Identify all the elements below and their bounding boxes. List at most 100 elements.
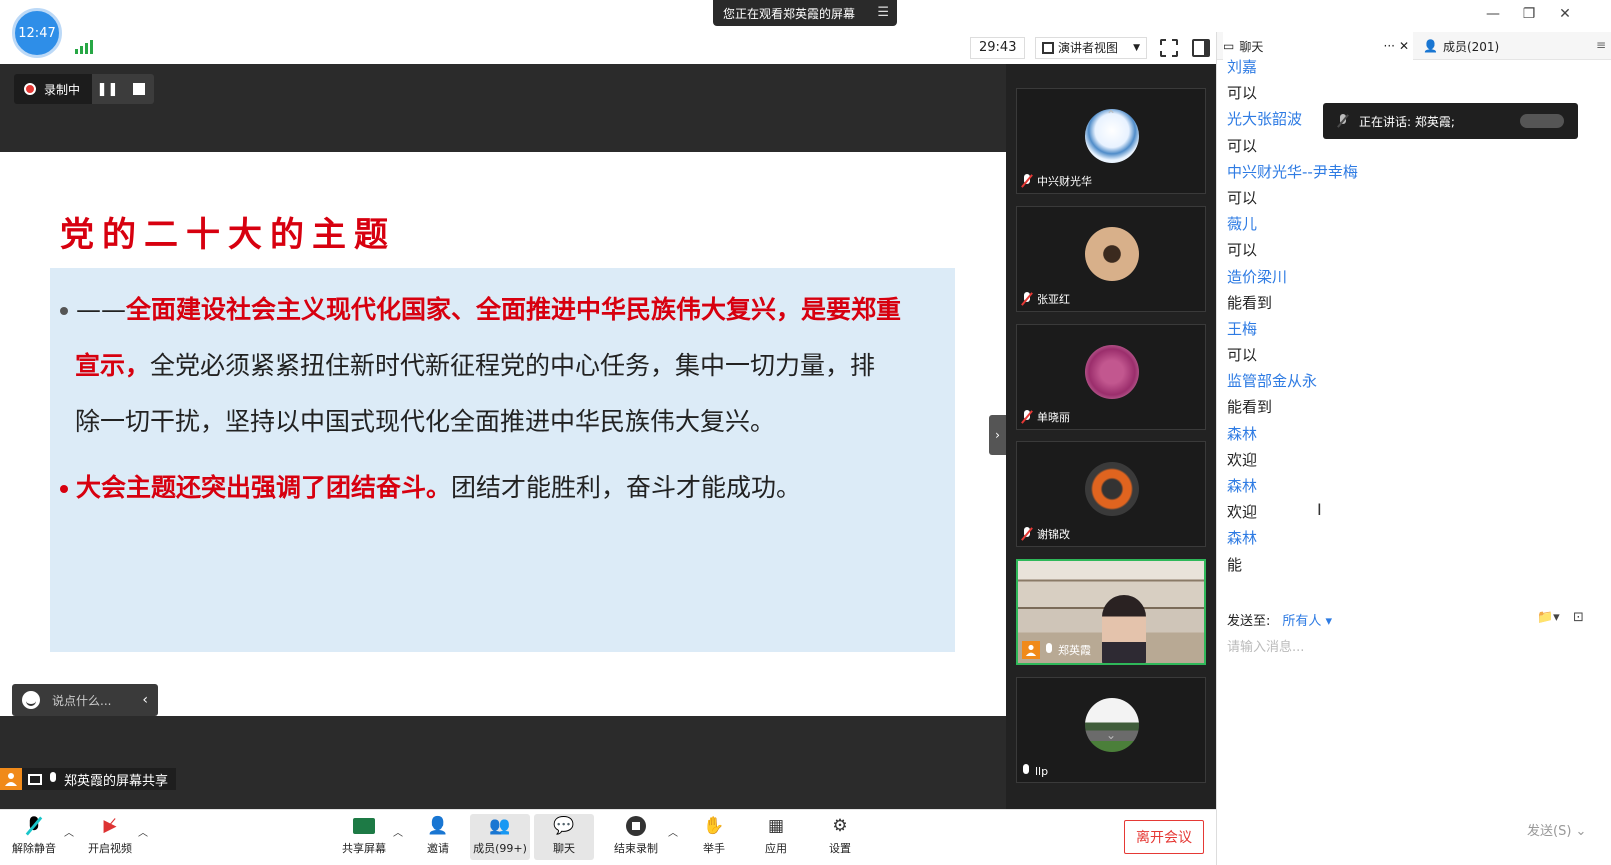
leave-meeting-button[interactable]: 离开会议 — [1124, 820, 1204, 854]
video-tile[interactable]: 单晓丽 — [1016, 324, 1206, 430]
chat-message-sender[interactable]: 森林 — [1227, 525, 1597, 551]
close-icon[interactable]: ✕ — [1399, 39, 1409, 53]
chat-message-sender[interactable]: 监管部金从永 — [1227, 368, 1597, 394]
chat-message-sender[interactable]: 中兴财光华--尹幸梅 — [1227, 159, 1597, 185]
menu-icon[interactable]: ☰ — [877, 5, 889, 20]
settings-button[interactable]: ⚙ 设置 — [810, 816, 870, 856]
participant-nameplate: 单晓丽 — [1021, 409, 1070, 425]
muted-mic-icon — [22, 816, 46, 836]
invite-button[interactable]: 👤 邀请 — [408, 816, 468, 856]
tab-members-label: 成员(201) — [1442, 39, 1500, 54]
chevron-up-icon[interactable]: ︿ — [64, 824, 74, 839]
chevron-left-icon[interactable]: ‹ — [142, 692, 148, 708]
panel-menu-icon[interactable]: ≡ — [1596, 38, 1606, 52]
chevron-up-icon[interactable]: ︿ — [393, 824, 403, 839]
apps-label: 应用 — [765, 842, 787, 855]
avatar — [1085, 698, 1139, 752]
apps-button[interactable]: ▦ 应用 — [746, 816, 806, 856]
participant-nameplate: llp — [1021, 764, 1048, 778]
participant-nameplate: 谢锦改 — [1021, 526, 1070, 542]
share-screen-label: 共享屏幕 — [342, 842, 386, 855]
video-tile[interactable]: 中兴财光华 — [1016, 88, 1206, 194]
meeting-timer: 29:43 — [970, 37, 1026, 59]
minimize-icon[interactable]: — — [1480, 6, 1506, 22]
stop-record-icon — [624, 816, 648, 836]
screenshot-icon[interactable]: ⊡ — [1573, 610, 1584, 625]
slide-bullet-1-line-3: 除一切干扰，坚持以中国式现代化全面推进中华民族伟大复兴。 — [75, 394, 775, 450]
share-screen-icon — [352, 816, 376, 836]
folder-icon[interactable]: 📁▾ — [1537, 610, 1560, 625]
chat-input[interactable]: 请输入消息... — [1227, 636, 1304, 655]
slide-bullet-1-line-1: ——全面建设社会主义现代化国家、全面推进中华民族伟大复兴，是要郑重 — [60, 282, 901, 338]
participant-name: 郑英霞 — [1058, 644, 1091, 657]
members-button[interactable]: 👥 成员(99+) — [470, 814, 530, 860]
end-recording-button[interactable]: 结束录制 — [606, 816, 666, 856]
members-icon: 👤 — [1423, 39, 1438, 53]
invite-label: 邀请 — [427, 842, 449, 855]
send-button[interactable]: 发送(S) ⌄ — [1527, 820, 1586, 839]
title-bar: 您正在观看郑英霞的屏幕 ☰ — ❐ ✕ — [0, 0, 1611, 32]
recording-status: 录制中 — [14, 74, 93, 104]
close-icon[interactable]: ✕ — [1552, 6, 1578, 22]
end-recording-label: 结束录制 — [614, 842, 658, 855]
chat-message-sender[interactable]: 造价梁川 — [1227, 264, 1597, 290]
video-tile[interactable]: 谢锦改 — [1016, 441, 1206, 547]
raise-hand-button[interactable]: ✋ 举手 — [684, 816, 744, 856]
sidebar-toggle-icon[interactable] — [1192, 39, 1210, 57]
screen-share-owner: 郑英霞的屏幕共享 — [64, 773, 169, 789]
screen-share-area: 录制中 ❚❚ 党的二十大的主题 ——全面建设社会主义现代化国家、全面推进中华民族… — [0, 64, 1006, 809]
chat-message-sender[interactable]: 王梅 — [1227, 316, 1597, 342]
start-video-button[interactable]: ▶̸ 开启视频 — [80, 816, 140, 856]
share-screen-button[interactable]: 共享屏幕 — [334, 816, 394, 856]
recording-label: 录制中 — [44, 82, 81, 97]
pause-recording-button[interactable]: ❚❚ — [92, 74, 124, 104]
video-strip-toggle[interactable]: › — [989, 415, 1006, 455]
apps-icon: ▦ — [767, 816, 785, 836]
chevron-up-icon[interactable]: ⌃ — [1106, 108, 1116, 122]
muted-mic-icon — [1021, 410, 1033, 424]
view-mode-dropdown[interactable]: 演讲者视图 ▼ — [1035, 37, 1147, 59]
start-video-label: 开启视频 — [88, 842, 132, 855]
line2-red-text: 宣示， — [75, 351, 151, 380]
chat-button[interactable]: 💬 聊天 — [534, 814, 594, 860]
hand-icon: ✋ — [703, 816, 725, 836]
presenter-icon — [1022, 641, 1040, 659]
presenter-icon — [0, 768, 22, 790]
fullscreen-icon[interactable] — [1160, 39, 1178, 57]
members-label: 成员(99+) — [473, 842, 527, 855]
send-to-target[interactable]: 所有人 ▾ — [1282, 610, 1332, 629]
speaking-text: 正在讲话: 郑英霞; — [1359, 114, 1455, 129]
chat-message-sender[interactable]: 森林 — [1227, 421, 1597, 447]
emoji-icon[interactable] — [22, 691, 40, 709]
tab-chat-label: 聊天 — [1239, 39, 1264, 54]
chat-message-text: 欢迎 — [1227, 503, 1258, 522]
chat-message-text: 能 — [1227, 555, 1243, 574]
chat-message-sender[interactable]: 森林 — [1227, 473, 1597, 499]
video-tile[interactable]: 张亚红 — [1016, 206, 1206, 312]
chat-message-text: 可以 — [1227, 188, 1258, 207]
chevron-up-icon[interactable]: ︿ — [668, 824, 678, 839]
muted-mic-icon — [1337, 114, 1349, 128]
video-tile-active-speaker[interactable]: 郑英霞 — [1016, 559, 1206, 665]
send-to-selector[interactable]: 发送至: 所有人 ▾ — [1227, 610, 1332, 629]
stop-recording-button[interactable] — [123, 74, 155, 104]
chat-message-sender[interactable]: 薇儿 — [1227, 211, 1597, 237]
slide-bullet-2: 大会主题还突出强调了团结奋斗。团结才能胜利，奋斗才能成功。 — [60, 460, 801, 516]
gear-icon: ⚙ — [832, 816, 848, 836]
chevron-up-icon[interactable]: ︿ — [138, 824, 148, 839]
participant-nameplate: 郑英霞 — [1022, 641, 1091, 659]
chat-message-text: 欢迎 — [1227, 450, 1258, 469]
restore-icon[interactable]: ❐ — [1516, 6, 1542, 22]
more-icon[interactable]: ··· — [1384, 39, 1395, 53]
signal-strength-icon[interactable] — [75, 40, 93, 54]
chevron-down-icon[interactable]: ⌄ — [1106, 728, 1116, 742]
recording-dot-icon — [24, 83, 36, 95]
chat-message-text: 可以 — [1227, 241, 1258, 260]
comment-input[interactable]: 说点什么... ‹ — [12, 684, 158, 716]
unmute-button[interactable]: 解除静音 — [4, 816, 64, 856]
chat-panel: ▭ 聊天 ··· ✕ 👤 成员(201) ≡ 刘嘉 可以 光大张韶波 可以 中兴财光华-… — [1216, 32, 1611, 865]
viewing-screen-banner[interactable]: 您正在观看郑英霞的屏幕 ☰ — [713, 0, 897, 26]
chat-message-sender[interactable]: 刘嘉 — [1227, 54, 1597, 80]
chat-icon: ▭ — [1223, 39, 1235, 53]
screen-icon — [28, 773, 42, 785]
